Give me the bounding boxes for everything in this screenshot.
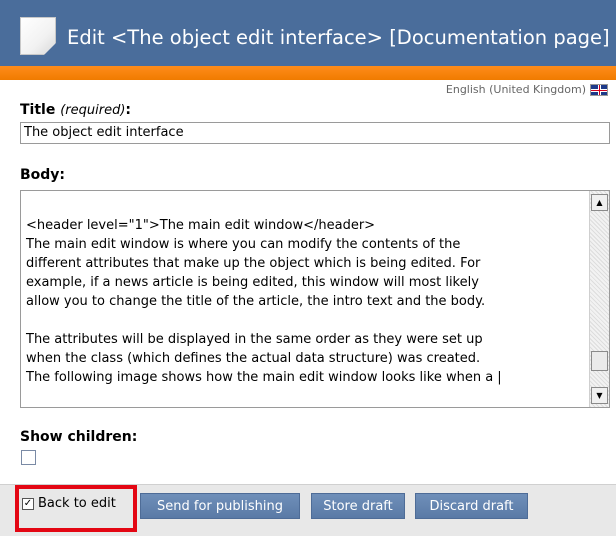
- body-text[interactable]: <header level="1">The main edit window</…: [26, 197, 586, 387]
- window-header: Edit <The object edit interface> [Docume…: [0, 0, 616, 66]
- title-input[interactable]: The object edit interface: [20, 122, 610, 144]
- language-label: English (United Kingdom): [445, 83, 586, 96]
- page-title: Edit <The object edit interface> [Docume…: [67, 26, 610, 49]
- back-to-edit-control[interactable]: ✓ Back to edit: [22, 496, 116, 511]
- body-field-label: Body:: [20, 167, 66, 183]
- language-indicator: English (United Kingdom): [446, 83, 608, 96]
- body-scrollbar[interactable]: ▲ ▼: [589, 191, 609, 407]
- show-children-checkbox[interactable]: [21, 450, 36, 465]
- back-to-edit-checkbox[interactable]: ✓: [22, 497, 34, 510]
- required-note: (required): [60, 103, 126, 118]
- title-label-text: Title: [20, 102, 56, 118]
- discard-draft-button[interactable]: Discard draft: [415, 493, 528, 519]
- scroll-down-button[interactable]: ▼: [591, 387, 608, 404]
- scroll-up-button[interactable]: ▲: [591, 194, 608, 211]
- back-to-edit-label[interactable]: Back to edit: [38, 496, 116, 511]
- send-for-publishing-button[interactable]: Send for publishing: [140, 493, 300, 519]
- scrollbar-thumb[interactable]: [591, 351, 608, 371]
- show-children-label: Show children:: [20, 429, 138, 445]
- store-draft-button[interactable]: Store draft: [311, 493, 405, 519]
- title-label-colon: :: [125, 102, 132, 118]
- title-field-label: Title (required):: [20, 102, 131, 118]
- header-accent-bar: [0, 66, 616, 80]
- body-textarea[interactable]: <header level="1">The main edit window</…: [20, 190, 610, 408]
- uk-flag-icon: [590, 83, 608, 96]
- document-icon: [20, 17, 56, 55]
